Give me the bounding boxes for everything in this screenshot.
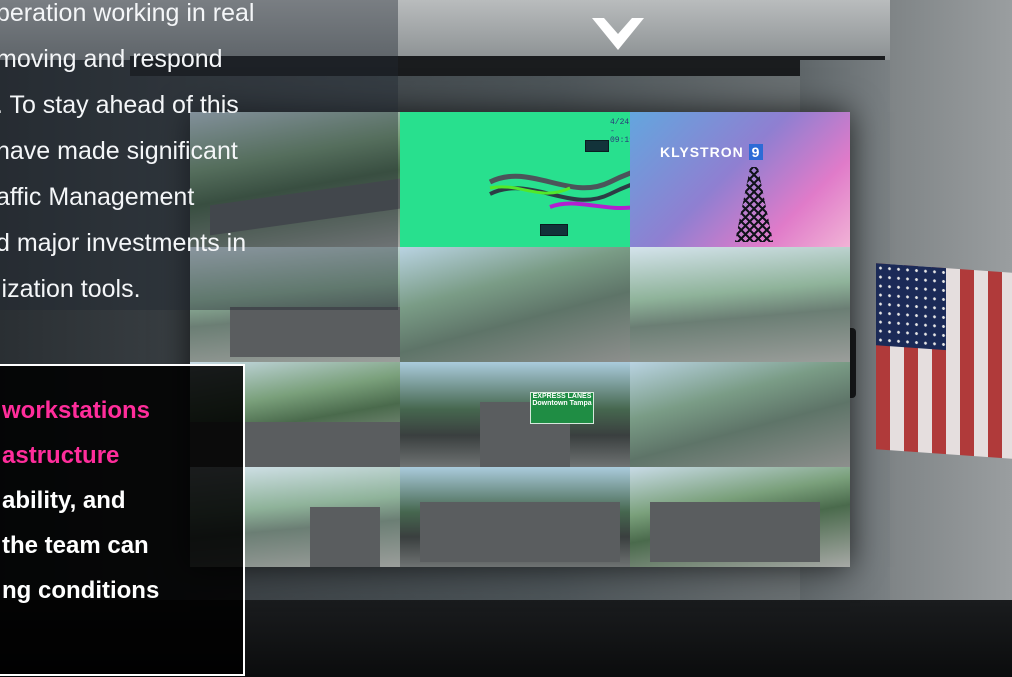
scroll-down-button[interactable] [592, 14, 644, 54]
camera-feed-tile [630, 467, 850, 567]
intro-paragraph: peration working in real moving and resp… [0, 0, 396, 312]
callout-highlight-line: workstations [2, 397, 151, 424]
callout-highlight-line: astructure [2, 442, 120, 469]
intro-line: peration working in real [0, 0, 255, 27]
timestamp-label: 4/24/2026 - 09:19:43 [610, 118, 630, 145]
intro-line: . To stay ahead of this [0, 91, 239, 119]
intro-line: have made significant [0, 137, 238, 165]
intro-text-overlay: peration working in real moving and resp… [0, 0, 398, 310]
camera-feed-tile: EXPRESS LANES Downtown Tampa [400, 362, 630, 467]
camera-feed-tile [400, 467, 630, 567]
camera-feed-tile [630, 362, 850, 467]
callout-box: workstations astructure ability, and the… [0, 364, 245, 676]
callout-text: workstations astructure ability, and the… [2, 388, 238, 613]
callout-line: ability, and [2, 487, 126, 514]
intro-line: d major investments in [0, 229, 247, 257]
highway-map-graphic [488, 170, 630, 210]
photo-background: 4/24/2026 - 09:19:43 KLYSTRON 9 [0, 0, 1012, 677]
chevron-down-icon [592, 18, 644, 50]
camera-feed-tile [400, 247, 630, 362]
american-flag [876, 263, 1012, 459]
intro-line: moving and respond [0, 45, 223, 73]
flag-canton [876, 263, 946, 351]
camera-feed-tile [630, 247, 850, 362]
tv-channel-logo: KLYSTRON 9 [660, 144, 764, 160]
callout-line: ng conditions [2, 577, 160, 604]
traffic-map-tile: 4/24/2026 - 09:19:43 [400, 112, 630, 247]
tv-news-tile: KLYSTRON 9 [630, 112, 850, 247]
highway-sign: EXPRESS LANES Downtown Tampa [530, 392, 594, 424]
radar-tower-graphic [735, 167, 773, 242]
callout-line: the team can [2, 532, 149, 559]
intro-line: affic Management [0, 183, 195, 211]
intro-line: lization tools. [0, 275, 141, 303]
